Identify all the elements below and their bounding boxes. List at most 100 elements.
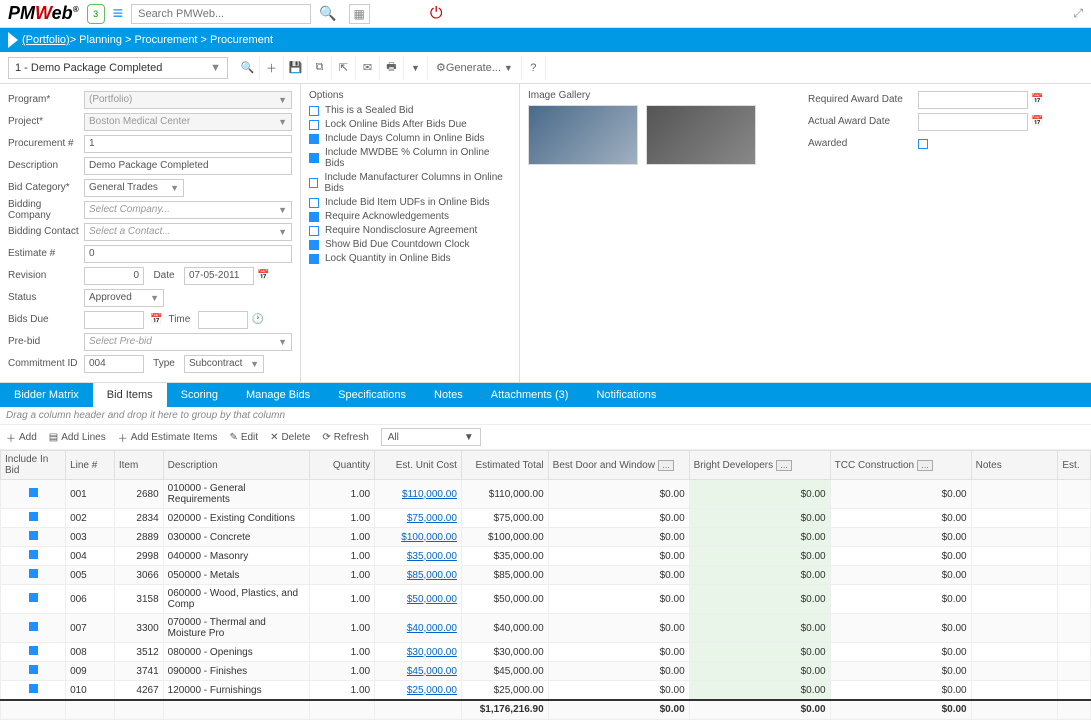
add-estimate-button[interactable]: ＋Add Estimate Items [118, 430, 218, 445]
export-icon[interactable]: ⇱ [332, 56, 356, 80]
calendar-icon[interactable]: 📅 [150, 314, 162, 325]
checkbox-icon[interactable] [309, 106, 319, 116]
rev-input[interactable]: 0 [84, 267, 144, 285]
unit-cost-link[interactable]: $35,000.00 [407, 551, 457, 562]
apps-icon[interactable]: ▦ [349, 4, 370, 24]
procnum-input[interactable]: 1 [84, 135, 292, 153]
table-row[interactable]: 0022834020000 - Existing Conditions1.00$… [1, 509, 1091, 528]
table-row[interactable]: 0042998040000 - Masonry1.00$35,000.00$35… [1, 547, 1091, 566]
table-row[interactable]: 0104267120000 - Furnishings1.00$25,000.0… [1, 681, 1091, 701]
option-row[interactable]: Include Manufacturer Columns in Online B… [309, 172, 511, 194]
checkbox-icon[interactable] [309, 198, 319, 208]
new-record-icon[interactable]: ＋ [260, 56, 284, 80]
tab-bidder-matrix[interactable]: Bidder Matrix [0, 383, 93, 407]
table-row[interactable]: 0073300070000 - Thermal and Moisture Pro… [1, 614, 1091, 643]
option-row[interactable]: Require Nondisclosure Agreement [309, 225, 511, 236]
checkbox-icon[interactable] [309, 120, 319, 130]
save-icon[interactable]: 💾 [284, 56, 308, 80]
checkbox-icon[interactable] [309, 134, 319, 144]
include-checkbox[interactable] [29, 569, 38, 578]
help-icon[interactable]: ? [522, 56, 546, 80]
col-include[interactable]: Include In Bid [1, 451, 66, 480]
record-selector[interactable]: 1 - Demo Package Completed▼ [8, 57, 228, 79]
tab-notes[interactable]: Notes [420, 383, 477, 407]
search-record-icon[interactable]: 🔍 [236, 56, 260, 80]
bidcomp-select[interactable]: Select Company...▼ [84, 201, 292, 219]
print-icon[interactable]: 🖶 [380, 56, 404, 80]
unit-cost-link[interactable]: $110,000.00 [402, 489, 457, 500]
power-icon[interactable]: ⏻ [430, 5, 443, 23]
breadcrumb-portfolio[interactable]: (Portfolio) [22, 34, 70, 46]
option-row[interactable]: Lock Online Bids After Bids Due [309, 119, 511, 130]
checkbox-icon[interactable] [309, 254, 319, 264]
tab-specifications[interactable]: Specifications [324, 383, 420, 407]
checkbox-icon[interactable] [309, 212, 319, 222]
add-lines-button[interactable]: ▤ Add Lines [49, 432, 106, 443]
unit-cost-link[interactable]: $50,000.00 [407, 594, 457, 605]
awarded-checkbox[interactable] [918, 139, 928, 149]
add-button[interactable]: ＋Add [6, 430, 37, 445]
include-checkbox[interactable] [29, 593, 38, 602]
hamburger-icon[interactable]: ≡ [113, 3, 124, 24]
unit-cost-link[interactable]: $100,000.00 [401, 532, 457, 543]
include-checkbox[interactable] [29, 684, 38, 693]
print-caret-icon[interactable]: ▼ [404, 56, 428, 80]
req-award-input[interactable] [918, 91, 1028, 109]
table-row[interactable]: 0053066050000 - Metals1.00$85,000.00$85,… [1, 566, 1091, 585]
option-row[interactable]: Include MWDBE % Column in Online Bids [309, 147, 511, 169]
search-input[interactable] [131, 4, 311, 24]
program-select[interactable]: (Portfolio)▼ [84, 91, 292, 109]
table-row[interactable]: 0012680010000 - General Requirements1.00… [1, 480, 1091, 509]
col-desc[interactable]: Description [163, 451, 309, 480]
include-checkbox[interactable] [29, 665, 38, 674]
unit-cost-link[interactable]: $25,000.00 [407, 685, 457, 696]
unit-cost-link[interactable]: $30,000.00 [407, 647, 457, 658]
tab-notifications[interactable]: Notifications [582, 383, 670, 407]
unit-cost-link[interactable]: $45,000.00 [407, 666, 457, 677]
table-row[interactable]: 0093741090000 - Finishes1.00$45,000.00$4… [1, 662, 1091, 681]
gallery-thumb[interactable] [528, 105, 638, 165]
col-unit[interactable]: Est. Unit Cost [375, 451, 462, 480]
checkbox-icon[interactable] [309, 226, 319, 236]
bidcat-select[interactable]: General Trades▼ [84, 179, 184, 197]
time-input[interactable] [198, 311, 248, 329]
table-row[interactable]: 0063158060000 - Wood, Plastics, and Comp… [1, 585, 1091, 614]
unit-cost-link[interactable]: $85,000.00 [407, 570, 457, 581]
include-checkbox[interactable] [29, 622, 38, 631]
type-select[interactable]: Subcontract▼ [184, 355, 264, 373]
act-award-input[interactable] [918, 113, 1028, 131]
bidsdue-input[interactable] [84, 311, 144, 329]
calendar-icon[interactable]: 📅 [257, 270, 269, 281]
col-bid2[interactable]: Bright Developers… [689, 451, 830, 480]
col-est2[interactable]: Est. [1058, 451, 1091, 480]
table-row[interactable]: 0083512080000 - Openings1.00$30,000.00$3… [1, 643, 1091, 662]
copy-icon[interactable]: ⧉ [308, 56, 332, 80]
option-row[interactable]: Lock Quantity in Online Bids [309, 253, 511, 264]
col-bid1[interactable]: Best Door and Window… [548, 451, 689, 480]
shield-badge[interactable]: 3 [87, 4, 105, 24]
include-checkbox[interactable] [29, 531, 38, 540]
col-bid3[interactable]: TCC Construction… [830, 451, 971, 480]
clock-icon[interactable]: 🕐 [251, 314, 263, 325]
include-checkbox[interactable] [29, 550, 38, 559]
status-select[interactable]: Approved▼ [84, 289, 164, 307]
option-row[interactable]: Include Days Column in Online Bids [309, 133, 511, 144]
estnum-input[interactable]: 0 [84, 245, 292, 263]
prebid-select[interactable]: Select Pre-bid▼ [84, 333, 292, 351]
col-qty[interactable]: Quantity [310, 451, 375, 480]
option-row[interactable]: Show Bid Due Countdown Clock [309, 239, 511, 250]
col-item[interactable]: Item [114, 451, 163, 480]
desc-input[interactable]: Demo Package Completed [84, 157, 292, 175]
project-select[interactable]: Boston Medical Center▼ [84, 113, 292, 131]
gallery-thumb[interactable] [646, 105, 756, 165]
option-row[interactable]: Require Acknowledgements [309, 211, 511, 222]
checkbox-icon[interactable] [309, 178, 318, 188]
bidcont-select[interactable]: Select a Contact...▼ [84, 223, 292, 241]
email-icon[interactable]: ✉ [356, 56, 380, 80]
col-line[interactable]: Line # [66, 451, 115, 480]
option-row[interactable]: Include Bid Item UDFs in Online Bids [309, 197, 511, 208]
filter-select[interactable]: All▼ [381, 428, 481, 446]
edit-button[interactable]: ✎ Edit [229, 432, 258, 443]
unit-cost-link[interactable]: $75,000.00 [407, 513, 457, 524]
unit-cost-link[interactable]: $40,000.00 [407, 623, 457, 634]
